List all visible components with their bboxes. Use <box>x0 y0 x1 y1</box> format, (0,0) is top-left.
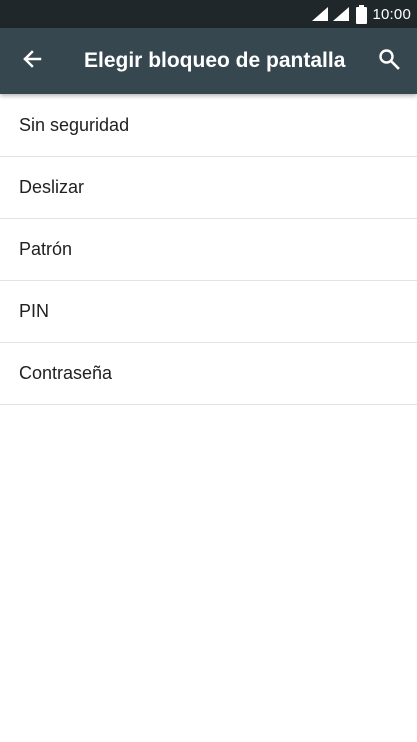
search-button[interactable] <box>373 45 405 77</box>
option-pin[interactable]: PIN <box>0 281 417 343</box>
option-sin-seguridad[interactable]: Sin seguridad <box>0 94 417 157</box>
status-time: 10:00 <box>372 5 411 23</box>
search-icon <box>378 48 400 75</box>
toolbar: Elegir bloqueo de pantalla <box>0 28 417 94</box>
option-label: PIN <box>19 301 50 321</box>
battery-icon <box>356 4 368 24</box>
signal-icon <box>332 6 350 22</box>
arrow-back-icon <box>22 49 42 74</box>
option-contrasena[interactable]: Contraseña <box>0 343 417 405</box>
status-icons: 10:00 <box>311 0 411 28</box>
screen-lock-options: Sin seguridad Deslizar Patrón PIN Contra… <box>0 94 417 405</box>
option-label: Sin seguridad <box>19 114 130 135</box>
option-label: Contraseña <box>19 363 113 383</box>
page-title: Elegir bloqueo de pantalla <box>84 49 346 72</box>
option-label: Deslizar <box>19 177 85 197</box>
option-deslizar[interactable]: Deslizar <box>0 157 417 219</box>
option-patron[interactable]: Patrón <box>0 219 417 281</box>
status-bar: 10:00 <box>0 0 417 28</box>
back-button[interactable] <box>16 45 48 77</box>
wifi-icon <box>311 6 329 22</box>
option-label: Patrón <box>19 239 73 259</box>
